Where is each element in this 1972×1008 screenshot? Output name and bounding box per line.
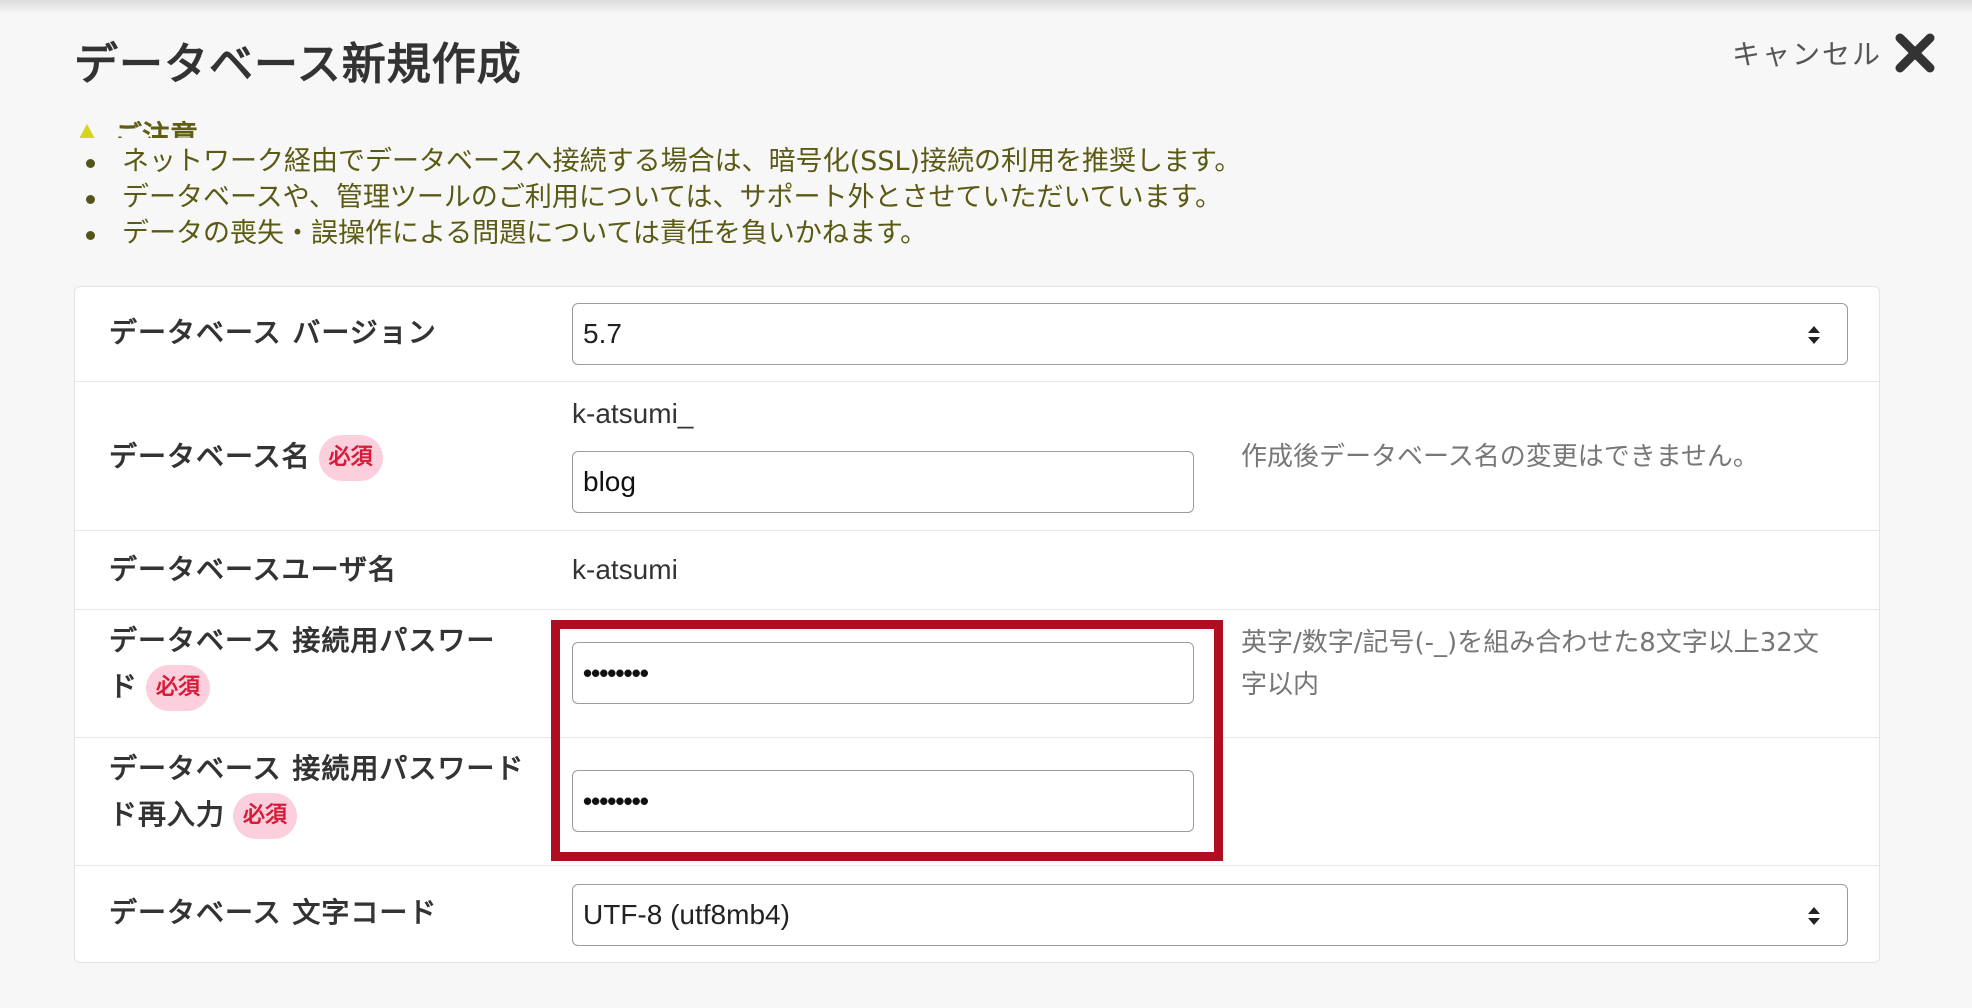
db-name-input[interactable]: blog xyxy=(572,451,1194,513)
db-user-row: データベースユーザ名 k-atsumi xyxy=(75,531,1879,610)
version-value: 5.7 xyxy=(583,318,622,349)
notice-heading-text: ご注意 xyxy=(114,119,199,139)
charset-label: データベース 文字コード xyxy=(109,896,438,929)
charset-row: データベース 文字コード UTF-8 (utf8mb4) xyxy=(75,866,1879,964)
required-badge: 必須 xyxy=(146,665,211,711)
password-row: データベース 接続用パスワー ド必須 •••••••• 英字/数字/記号(-_)… xyxy=(75,610,1879,738)
warning-icon xyxy=(79,124,95,138)
db-name-row: データベース名 必須 k-atsumi_ blog 作成後データベース名の変更はで… xyxy=(75,382,1879,531)
db-user-value: k-atsumi xyxy=(572,554,678,585)
password-label: データベース 接続用パスワー ド必須 xyxy=(109,618,495,711)
cancel-button[interactable]: キャンセル xyxy=(1732,28,1938,78)
version-select[interactable]: 5.7 xyxy=(572,303,1848,365)
password-confirm-label-line1: データベース 接続用パスワード xyxy=(109,752,525,785)
select-arrows-icon xyxy=(1808,326,1820,344)
cancel-label: キャンセル xyxy=(1731,38,1882,71)
version-label: データベース バージョン xyxy=(109,316,437,349)
password-hint-line2: 字以内 xyxy=(1241,670,1320,700)
required-badge: 必須 xyxy=(233,793,298,839)
close-icon[interactable] xyxy=(1892,30,1938,76)
modal-title: データベース新規作成 xyxy=(74,39,522,90)
password-label-line2: ド xyxy=(109,670,139,703)
database-form: データベース バージョン 5.7 データベース名 必須 k-atsumi_ blo… xyxy=(74,286,1880,963)
password-hint-line1: 英字/数字/記号(-_)を組み合わせた8文字以上32文 xyxy=(1241,628,1819,658)
password-hint: 英字/数字/記号(-_)を組み合わせた8文字以上32文 字以内 xyxy=(1241,622,1819,706)
db-name-prefix: k-atsumi_ xyxy=(572,398,694,429)
db-name-hint: 作成後データベース名の変更はできません。 xyxy=(1241,442,1759,472)
password-confirm-row: データベース 接続用パスワード ド再入力 必須 •••••••• xyxy=(75,738,1879,866)
password-confirm-label-line2: ド再入力 xyxy=(109,798,226,831)
password-confirm-label: データベース 接続用パスワード ド再入力 必須 xyxy=(109,746,524,839)
notice-list: ネットワーク経由でデータベースへ接続する場合は、暗号化(SSL)接続の利用を推奨… xyxy=(84,144,1241,252)
select-arrows-icon xyxy=(1808,907,1820,925)
db-name-label-text: データベース名 xyxy=(109,440,311,473)
top-shadow xyxy=(0,0,1972,14)
password-label-line1: データベース 接続用パスワー xyxy=(109,624,496,657)
charset-select[interactable]: UTF-8 (utf8mb4) xyxy=(572,884,1848,946)
password-confirm-input[interactable]: •••••••• xyxy=(572,770,1194,832)
required-badge: 必須 xyxy=(318,435,383,481)
charset-value: UTF-8 (utf8mb4) xyxy=(583,899,790,930)
db-user-label: データベースユーザ名 xyxy=(109,553,398,586)
notice-item: データの喪失・誤操作による問題については責任を負いかねます。 xyxy=(84,216,1241,252)
db-name-label: データベース名 必須 xyxy=(109,434,383,481)
version-row: データベース バージョン 5.7 xyxy=(75,287,1879,382)
notice-heading: ご注意 xyxy=(72,116,198,138)
notice-item: データベースや、管理ツールのご利用については、サポート外とさせていただいています… xyxy=(84,180,1241,216)
notice-item: ネットワーク経由でデータベースへ接続する場合は、暗号化(SSL)接続の利用を推奨… xyxy=(84,144,1241,180)
password-input[interactable]: •••••••• xyxy=(572,642,1194,704)
